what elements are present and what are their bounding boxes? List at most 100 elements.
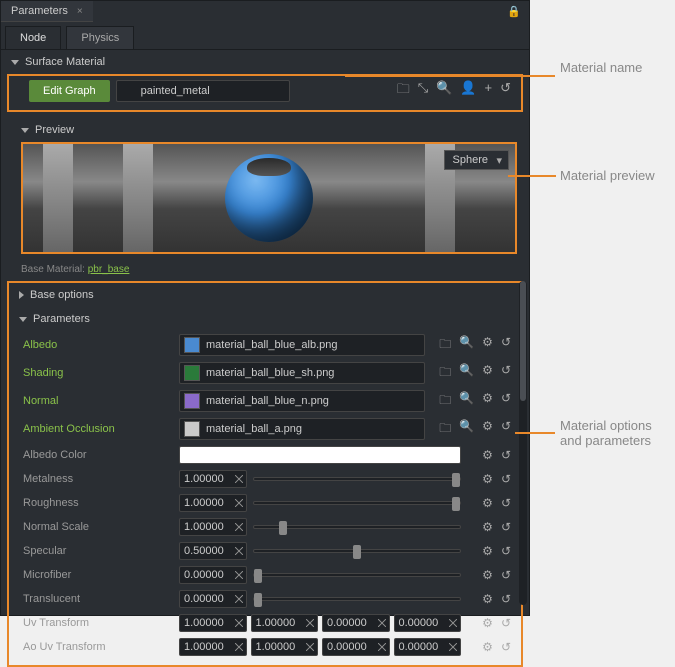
ao-uv-x-input[interactable]: 1.00000 bbox=[179, 638, 247, 656]
expand-icon[interactable]: ⤡ bbox=[418, 80, 428, 102]
gear-icon[interactable]: ⚙ bbox=[482, 335, 493, 356]
plus-icon[interactable]: + bbox=[485, 80, 493, 102]
param-roughness: Roughness 1.00000 ⚙↺ bbox=[9, 491, 521, 515]
gear-icon[interactable]: ⚙ bbox=[482, 419, 493, 440]
reset-icon[interactable]: ↺ bbox=[501, 640, 511, 654]
roughness-input[interactable]: 1.00000 bbox=[179, 494, 247, 512]
search-icon[interactable]: 🔍 bbox=[459, 391, 474, 412]
uv-x-input[interactable]: 1.00000 bbox=[179, 614, 247, 632]
specular-input[interactable]: 0.50000 bbox=[179, 542, 247, 560]
reset-icon[interactable]: ↺ bbox=[501, 472, 511, 486]
albedo-color-field[interactable] bbox=[179, 446, 461, 464]
ao-uv-w-input[interactable]: 0.00000 bbox=[394, 638, 462, 656]
normal-texture-field[interactable]: material_ball_blue_n.png bbox=[179, 390, 425, 412]
param-ao-uv-transform: Ao Uv Transform 1.00000 1.00000 0.00000 … bbox=[9, 635, 521, 659]
annot-material-options: Material options and parameters bbox=[560, 418, 652, 448]
gear-icon[interactable]: ⚙ bbox=[482, 496, 493, 510]
reset-icon[interactable]: ↺ bbox=[501, 568, 511, 582]
folder-icon[interactable]: 🗀 bbox=[439, 391, 451, 412]
tab-physics[interactable]: Physics bbox=[66, 26, 134, 49]
reset-icon[interactable]: ↺ bbox=[501, 448, 511, 462]
reset-icon[interactable]: ↺ bbox=[501, 496, 511, 510]
material-preview[interactable]: Sphere bbox=[21, 142, 517, 254]
folder-icon[interactable]: 🗀 bbox=[397, 80, 410, 102]
albedo-texture-field[interactable]: material_ball_blue_alb.png bbox=[179, 334, 425, 356]
ao-uv-y-input[interactable]: 1.00000 bbox=[251, 638, 319, 656]
ao-uv-z-input[interactable]: 0.00000 bbox=[322, 638, 390, 656]
scrollbar-thumb[interactable] bbox=[520, 281, 526, 401]
parameters-panel: Parameters × 🔒 Node Physics Surface Mate… bbox=[0, 0, 530, 616]
microfiber-slider[interactable] bbox=[253, 573, 461, 577]
metalness-input[interactable]: 1.00000 bbox=[179, 470, 247, 488]
person-icon[interactable]: 👤 bbox=[460, 80, 476, 102]
normal-swatch bbox=[184, 393, 200, 409]
edit-graph-button[interactable]: Edit Graph bbox=[29, 80, 110, 102]
specular-slider[interactable] bbox=[253, 549, 461, 553]
scrollbar[interactable] bbox=[519, 281, 527, 605]
gear-icon[interactable]: ⚙ bbox=[482, 520, 493, 534]
subtabs: Node Physics bbox=[1, 22, 529, 50]
translucent-slider[interactable] bbox=[253, 597, 461, 601]
reset-icon[interactable]: ↺ bbox=[501, 520, 511, 534]
material-name-row: Edit Graph 🗀 ⤡ 🔍 👤 + ↺ bbox=[7, 74, 523, 112]
reset-icon[interactable]: ↺ bbox=[501, 544, 511, 558]
lock-icon[interactable]: 🔒 bbox=[507, 5, 521, 18]
translucent-input[interactable]: 0.00000 bbox=[179, 590, 247, 608]
panel-tab-parameters[interactable]: Parameters × bbox=[1, 1, 93, 22]
uv-w-input[interactable]: 0.00000 bbox=[394, 614, 462, 632]
metalness-slider[interactable] bbox=[253, 477, 461, 481]
preview-sphere bbox=[225, 154, 313, 242]
section-parameters[interactable]: Parameters bbox=[9, 307, 521, 331]
reset-icon[interactable]: ↺ bbox=[501, 363, 511, 384]
close-icon[interactable]: × bbox=[77, 6, 83, 17]
ao-texture-field[interactable]: material_ball_a.png bbox=[179, 418, 425, 440]
shading-swatch bbox=[184, 365, 200, 381]
reset-icon[interactable]: ↺ bbox=[501, 335, 511, 356]
shading-texture-field[interactable]: material_ball_blue_sh.png bbox=[179, 362, 425, 384]
search-icon[interactable]: 🔍 bbox=[459, 335, 474, 356]
search-icon[interactable]: 🔍 bbox=[459, 419, 474, 440]
folder-icon[interactable]: 🗀 bbox=[439, 335, 451, 356]
reset-icon[interactable]: ↺ bbox=[500, 80, 511, 102]
microfiber-input[interactable]: 0.00000 bbox=[179, 566, 247, 584]
panel-title: Parameters bbox=[11, 5, 68, 17]
section-surface-material[interactable]: Surface Material bbox=[1, 50, 529, 74]
gear-icon[interactable]: ⚙ bbox=[482, 363, 493, 384]
gear-icon[interactable]: ⚙ bbox=[482, 472, 493, 486]
section-base-options[interactable]: Base options bbox=[9, 283, 521, 307]
gear-icon[interactable]: ⚙ bbox=[482, 448, 493, 462]
ao-swatch bbox=[184, 421, 200, 437]
roughness-slider[interactable] bbox=[253, 501, 461, 505]
gear-icon[interactable]: ⚙ bbox=[482, 616, 493, 630]
tab-node[interactable]: Node bbox=[5, 26, 61, 49]
reset-icon[interactable]: ↺ bbox=[501, 616, 511, 630]
preview-shape-select[interactable]: Sphere bbox=[444, 150, 509, 170]
folder-icon[interactable]: 🗀 bbox=[439, 363, 451, 384]
base-material-link[interactable]: pbr_base bbox=[88, 264, 130, 275]
normal-scale-input[interactable]: 1.00000 bbox=[179, 518, 247, 536]
chevron-down-icon bbox=[11, 60, 19, 65]
gear-icon[interactable]: ⚙ bbox=[482, 640, 493, 654]
folder-icon[interactable]: 🗀 bbox=[439, 419, 451, 440]
search-icon[interactable]: 🔍 bbox=[436, 80, 452, 102]
normal-scale-slider[interactable] bbox=[253, 525, 461, 529]
preview-pillar bbox=[123, 144, 153, 252]
material-name-input[interactable] bbox=[116, 80, 290, 102]
gear-icon[interactable]: ⚙ bbox=[482, 592, 493, 606]
preview-section: Preview Sphere bbox=[21, 118, 517, 254]
gear-icon[interactable]: ⚙ bbox=[482, 391, 493, 412]
gear-icon[interactable]: ⚙ bbox=[482, 568, 493, 582]
reset-icon[interactable]: ↺ bbox=[501, 391, 511, 412]
material-tool-icons: 🗀 ⤡ 🔍 👤 + ↺ bbox=[397, 80, 511, 102]
gear-icon[interactable]: ⚙ bbox=[482, 544, 493, 558]
reset-icon[interactable]: ↺ bbox=[501, 592, 511, 606]
reset-icon[interactable]: ↺ bbox=[501, 419, 511, 440]
uv-z-input[interactable]: 0.00000 bbox=[322, 614, 390, 632]
param-microfiber: Microfiber 0.00000 ⚙↺ bbox=[9, 563, 521, 587]
annot-line bbox=[515, 432, 555, 434]
annot-line bbox=[508, 175, 556, 177]
uv-y-input[interactable]: 1.00000 bbox=[251, 614, 319, 632]
search-icon[interactable]: 🔍 bbox=[459, 363, 474, 384]
preview-pillar bbox=[43, 144, 73, 252]
section-preview[interactable]: Preview bbox=[21, 118, 517, 142]
